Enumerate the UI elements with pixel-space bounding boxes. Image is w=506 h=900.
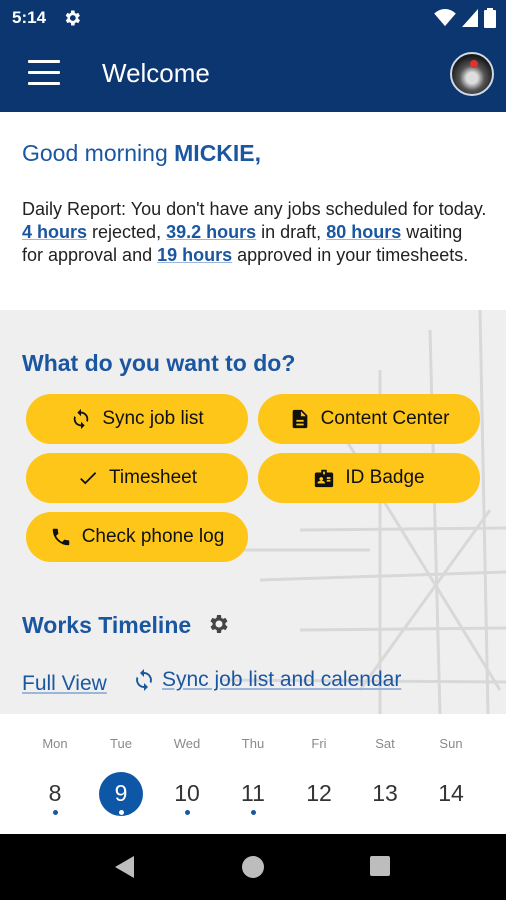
greeting-salutation: Good morning	[22, 140, 168, 166]
timesheet-button[interactable]: Timesheet	[26, 453, 248, 503]
content-center-button[interactable]: Content Center	[258, 394, 480, 444]
full-view-link[interactable]: Full View	[22, 672, 107, 696]
day-name: Mon	[42, 736, 68, 751]
day-number: 11	[241, 780, 265, 806]
day-number: 13	[372, 780, 398, 806]
works-timeline-title: Works Timeline	[22, 612, 192, 638]
settings-icon	[65, 10, 80, 26]
home-icon[interactable]	[242, 856, 264, 878]
day-number: 9	[114, 780, 128, 806]
rejected-label: rejected,	[92, 222, 162, 242]
draft-hours-link[interactable]: 39.2 hours	[166, 222, 256, 242]
event-dot	[251, 810, 256, 815]
day-number: 14	[438, 780, 464, 806]
system-nav-bar	[0, 834, 506, 900]
greeting-section: Good morning MICKIE, Daily Report: You d…	[0, 112, 506, 310]
check-phone-log-label: Check phone log	[81, 526, 225, 547]
day-number: 10	[174, 780, 200, 806]
day-name: Fri	[311, 736, 327, 751]
app-bar: Welcome	[0, 36, 506, 112]
waiting-hours-link[interactable]: 80 hours	[326, 222, 401, 242]
content-center-label: Content Center	[320, 408, 450, 429]
sync-job-list-label: Sync job list	[102, 408, 204, 429]
badge-icon	[315, 469, 334, 488]
check-icon	[80, 472, 97, 485]
back-icon[interactable]	[112, 854, 138, 880]
greeting-name: MICKIE,	[174, 140, 262, 166]
event-dot	[53, 810, 58, 815]
sync-calendar-link[interactable]: Sync job list and calendar	[162, 668, 401, 692]
sync-calendar-link-wrap[interactable]: Sync job list and calendar	[132, 668, 401, 692]
timesheet-label: Timesheet	[109, 467, 197, 488]
sync-icon	[136, 669, 152, 691]
calendar-strip: Mon 8 Tue 9 Wed 10 Thu 11 Fri 12 Sat 13 …	[0, 714, 506, 834]
wifi-icon	[434, 9, 456, 27]
daily-report-intro: Daily Report: You don't have any jobs sc…	[22, 199, 487, 219]
approved-label: approved in your timesheets.	[237, 245, 469, 265]
day-name: Sun	[439, 736, 463, 751]
day-name: Tue	[110, 736, 132, 751]
day-number: 8	[48, 780, 62, 806]
check-phone-log-button[interactable]: Check phone log	[26, 512, 248, 562]
actions-title: What do you want to do?	[22, 350, 296, 376]
greeting-text: Good morning MICKIE,	[22, 140, 261, 167]
sync-icon	[74, 408, 89, 430]
day-number: 12	[306, 780, 332, 806]
draft-label: in draft,	[261, 222, 322, 242]
avatar[interactable]	[450, 52, 494, 96]
recent-apps-icon[interactable]	[370, 856, 390, 876]
status-bar: 5:14	[0, 0, 506, 36]
approved-hours-link[interactable]: 19 hours	[157, 245, 232, 265]
day-name: Thu	[241, 736, 265, 751]
event-dot	[185, 810, 190, 815]
id-badge-label: ID Badge	[345, 467, 425, 488]
timeline-settings-icon[interactable]	[206, 612, 230, 636]
document-icon	[292, 409, 307, 429]
rejected-hours-link[interactable]: 4 hours	[22, 222, 87, 242]
signal-icon	[462, 9, 478, 27]
sync-job-list-button[interactable]: Sync job list	[26, 394, 248, 444]
status-time: 5:14	[12, 8, 47, 27]
menu-icon[interactable]	[28, 60, 60, 88]
status-icons	[434, 8, 496, 28]
battery-icon	[484, 8, 496, 28]
day-name: Wed	[173, 736, 201, 751]
phone-icon	[52, 528, 69, 546]
actions-area: What do you want to do? Sync job list Co…	[0, 310, 506, 714]
daily-report: Daily Report: You don't have any jobs sc…	[22, 198, 487, 267]
event-dot	[119, 810, 124, 815]
page-title: Welcome	[102, 58, 210, 88]
id-badge-button[interactable]: ID Badge	[258, 453, 480, 503]
day-name: Sat	[375, 736, 395, 751]
